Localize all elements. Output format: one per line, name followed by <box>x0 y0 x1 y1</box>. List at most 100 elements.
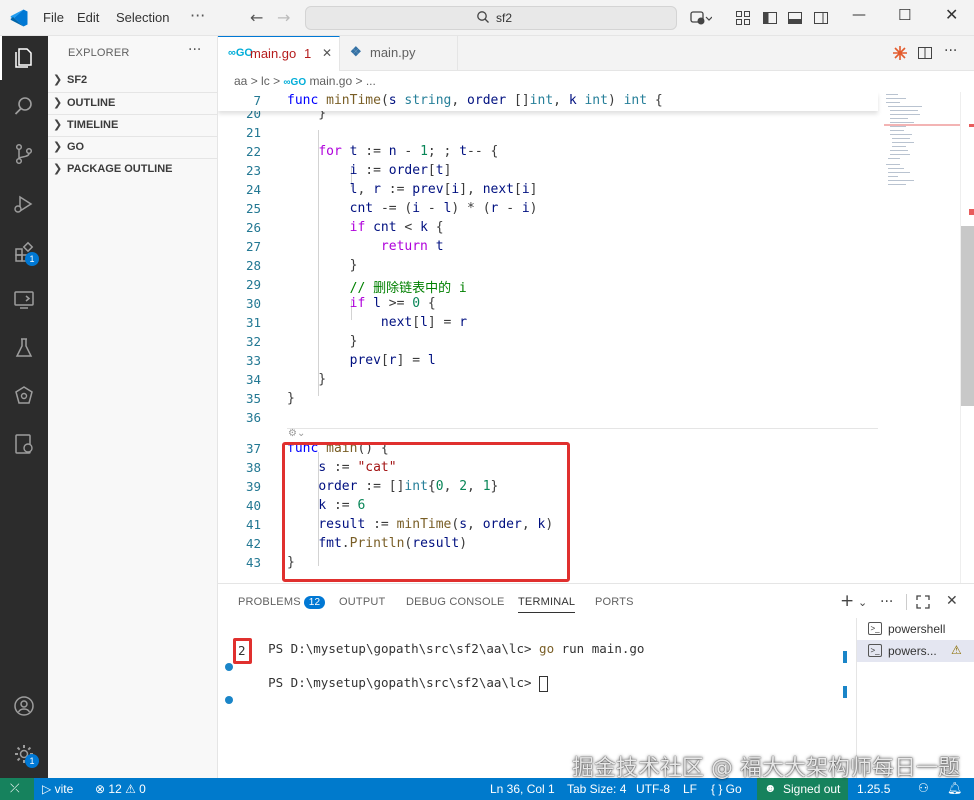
notifications-bell-icon[interactable]: 🔔︎ <box>947 781 962 795</box>
panel-tab-problems[interactable]: PROBLEMS 12 <box>238 596 326 609</box>
testing-icon[interactable] <box>12 336 36 360</box>
end-of-line[interactable]: LF <box>683 782 697 796</box>
code-line[interactable]: 22 for t := n - 1; ; t-- { <box>218 143 878 162</box>
terminal-item[interactable]: >_ powershell <box>857 618 974 640</box>
encoding[interactable]: UTF-8 <box>636 782 670 796</box>
panel-tab-terminal[interactable]: TERMINAL <box>518 596 576 613</box>
maximize-panel-icon[interactable] <box>916 595 930 609</box>
code-token: -- { <box>467 144 499 159</box>
minimap[interactable] <box>880 92 960 583</box>
tab-main-go[interactable]: ∞GO main.go 1 ✕ <box>218 36 340 71</box>
section-timeline[interactable]: ❯ TIMELINE <box>48 114 218 136</box>
code-line[interactable]: 21 <box>218 124 878 143</box>
code-line[interactable]: 34 } <box>218 371 878 390</box>
toggle-primary-sidebar-icon[interactable] <box>762 10 778 26</box>
vite-status[interactable]: ▷ vite <box>42 782 73 796</box>
command-center-search[interactable]: sf2 <box>305 6 677 30</box>
terminal-line-3[interactable]: PS D:\mysetup\gopath\src\sf2\aa\lc> <box>238 660 549 707</box>
line-number: 41 <box>245 517 261 532</box>
code-line[interactable]: 33 prev[r] = l <box>218 352 878 371</box>
problems-status[interactable]: ⊗ 12 ⚠ 0 <box>95 782 146 796</box>
editor-more-button[interactable]: ··· <box>944 43 957 59</box>
source-control-icon[interactable] <box>12 142 36 166</box>
code-line[interactable]: 23 i := order[t] <box>218 162 878 181</box>
toggle-secondary-sidebar-icon[interactable] <box>813 10 829 26</box>
code-line[interactable]: 25 cnt -= (i - l) * (r - i) <box>218 200 878 219</box>
cursor-position[interactable]: Ln 36, Col 1 <box>490 782 555 796</box>
panel-more-button[interactable]: ··· <box>880 594 893 610</box>
run-debug-icon[interactable] <box>12 192 36 216</box>
scrollbar-thumb[interactable] <box>961 226 974 406</box>
go-version[interactable]: 1.25.5 <box>857 782 890 796</box>
search-view-icon[interactable] <box>12 94 36 118</box>
sidebar-more-button[interactable]: ··· <box>188 42 201 58</box>
split-editor-icon[interactable] <box>917 45 933 61</box>
copilot-status-icon[interactable]: ⚇ <box>918 781 929 795</box>
remote-indicator[interactable]: ⤫ <box>0 778 34 800</box>
minimize-icon[interactable]: — <box>852 7 866 23</box>
forward-arrow-icon[interactable]: → <box>277 8 290 27</box>
menu-selection[interactable]: Selection <box>116 10 169 25</box>
line-number: 33 <box>245 353 261 368</box>
code-line[interactable]: 35} <box>218 390 878 409</box>
code-token: i <box>412 201 428 216</box>
code-token: [ <box>380 353 389 368</box>
toggle-panel-icon[interactable] <box>787 10 803 26</box>
extensions-badge: 1 <box>25 252 39 266</box>
menu-edit[interactable]: Edit <box>77 10 99 25</box>
code-line[interactable]: 24 l, r := prev[i], next[i] <box>218 181 878 200</box>
chevron-down-icon[interactable]: ⌄ <box>858 596 867 609</box>
section-label: OUTLINE <box>67 97 116 109</box>
play-icon: ▷ <box>42 782 55 796</box>
breadcrumb-lc[interactable]: lc <box>261 74 270 88</box>
code-token: n <box>388 144 405 159</box>
terminal-item-active[interactable]: >_ powers... ⚠ <box>857 640 974 662</box>
customize-layout-icon[interactable] <box>735 10 751 26</box>
panel-tab-output[interactable]: OUTPUT <box>339 596 385 608</box>
code-line[interactable]: 28 } <box>218 257 878 276</box>
breadcrumb-file[interactable]: main.go <box>309 74 352 88</box>
code-line[interactable]: 32 } <box>218 333 878 352</box>
panel-tab-debug-console[interactable]: DEBUG CONSOLE <box>406 596 505 608</box>
menu-more-button[interactable]: ··· <box>190 6 205 25</box>
code-line[interactable]: 26 if cnt < k { <box>218 219 878 238</box>
code-line[interactable]: 30 if l >= 0 { <box>218 295 878 314</box>
sticky-scroll-line[interactable]: 7 func minTime(s string, order []int, k i… <box>218 92 878 111</box>
code-line[interactable]: 29 // 删除链表中的 i <box>218 276 878 296</box>
remote-explorer-icon[interactable] <box>12 288 36 312</box>
tab-main-py[interactable]: ❖ main.py <box>340 36 458 71</box>
command-decoration-icon[interactable] <box>225 663 233 671</box>
command-decoration-icon[interactable] <box>225 696 233 704</box>
breadcrumb-aa[interactable]: aa <box>234 74 247 88</box>
close-tab-icon[interactable]: ✕ <box>322 46 332 60</box>
close-window-icon[interactable]: ✕ <box>945 5 958 24</box>
tab-size[interactable]: Tab Size: 4 <box>567 782 626 796</box>
close-panel-icon[interactable]: ✕ <box>946 593 958 609</box>
code-line[interactable]: 31 next[l] = r <box>218 314 878 333</box>
panel-tab-ports[interactable]: PORTS <box>595 596 634 608</box>
new-terminal-icon[interactable]: + <box>840 591 854 611</box>
database-icon[interactable] <box>12 432 36 456</box>
menu-file[interactable]: File <box>43 10 64 25</box>
minimap-line <box>888 172 910 173</box>
section-sf2[interactable]: ❯ SF2 <box>48 70 218 92</box>
line-number: 34 <box>245 372 261 387</box>
maximize-icon[interactable]: ☐ <box>898 6 911 24</box>
section-go[interactable]: ❯ GO <box>48 136 218 158</box>
copilot-spark-icon[interactable] <box>892 45 908 61</box>
section-package-outline[interactable]: ❯ PACKAGE OUTLINE <box>48 158 218 180</box>
back-arrow-icon[interactable]: ← <box>250 8 263 27</box>
code-line[interactable]: 27 return t <box>218 238 878 257</box>
codelens-icon[interactable]: ⚙︎⌄ <box>288 428 305 439</box>
copilot-icon[interactable] <box>12 384 36 408</box>
account-icon[interactable] <box>12 694 36 718</box>
code-line[interactable]: 36 <box>218 409 878 428</box>
language-mode[interactable]: { } Go <box>711 782 742 796</box>
copilot-toggle-icon[interactable] <box>690 10 712 26</box>
section-outline[interactable]: ❯ OUTLINE <box>48 92 218 114</box>
code-token: order <box>388 163 428 178</box>
line-number: 36 <box>245 410 261 425</box>
breadcrumb-more[interactable]: ... <box>366 74 376 88</box>
explorer-icon[interactable] <box>12 46 36 70</box>
code-token: r <box>373 182 389 197</box>
